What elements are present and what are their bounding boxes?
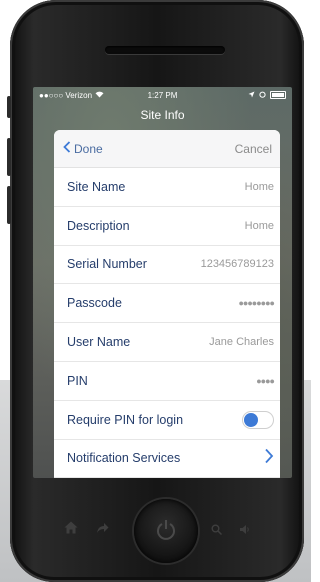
done-button[interactable]: Done — [63, 141, 103, 156]
share-icon — [96, 521, 109, 537]
battery-icon — [270, 91, 286, 99]
row-label: Require PIN for login — [67, 412, 184, 427]
site-name-row[interactable]: Site Name Home — [54, 168, 280, 207]
row-label: Passcode — [67, 296, 122, 311]
row-label: Notification Services — [67, 451, 181, 466]
row-value: 123456789123 — [200, 258, 274, 271]
volume-icon — [239, 522, 251, 538]
row-value: ●●●●●●●● — [238, 298, 275, 309]
phone-screen: ●●○○○ Verizon 1:27 PM Site Info Done Can… — [33, 87, 292, 478]
row-label: User Name — [67, 335, 131, 350]
chevron-left-icon — [63, 141, 71, 156]
row-value: Jane Charles — [209, 336, 274, 349]
chevron-right-icon — [264, 448, 274, 469]
mute-switch — [7, 96, 11, 118]
done-label: Done — [74, 141, 103, 156]
description-row[interactable]: Description Home — [54, 207, 280, 246]
status-bar: ●●○○○ Verizon 1:27 PM — [33, 87, 292, 103]
row-value: ●●●● — [256, 375, 275, 386]
row-label: Site Name — [67, 179, 126, 194]
passcode-row[interactable]: Passcode ●●●●●●●● — [54, 284, 280, 324]
cancel-button[interactable]: Cancel — [235, 142, 272, 156]
home-button[interactable] — [134, 499, 198, 563]
user-name-row[interactable]: User Name Jane Charles — [54, 323, 280, 362]
volume-up-button — [7, 138, 11, 176]
search-icon — [211, 522, 223, 538]
power-icon — [156, 519, 176, 546]
volume-down-button — [7, 186, 11, 224]
page-title: Site Info — [140, 108, 185, 122]
serial-number-row[interactable]: Serial Number 123456789123 — [54, 246, 280, 285]
row-value: Home — [244, 180, 274, 193]
row-label: Serial Number — [67, 257, 147, 272]
row-label: Description — [67, 218, 130, 233]
sheet-header: Done Cancel — [54, 130, 280, 168]
home-icon — [64, 521, 78, 537]
row-value: Home — [244, 219, 274, 232]
phone-frame: ●●○○○ Verizon 1:27 PM Site Info Done Can… — [7, 0, 304, 582]
pin-row[interactable]: PIN ●●●● — [54, 362, 280, 401]
status-time: 1:27 PM — [147, 90, 178, 100]
earpiece-speaker — [105, 46, 225, 54]
require-pin-row: Require PIN for login — [54, 401, 280, 440]
require-pin-toggle[interactable] — [242, 410, 274, 429]
toggle-knob — [244, 412, 258, 427]
notification-services-row[interactable]: Notification Services — [54, 440, 280, 478]
site-info-sheet: Done Cancel Site Name Home Description H… — [54, 130, 280, 478]
row-label: PIN — [67, 373, 88, 388]
